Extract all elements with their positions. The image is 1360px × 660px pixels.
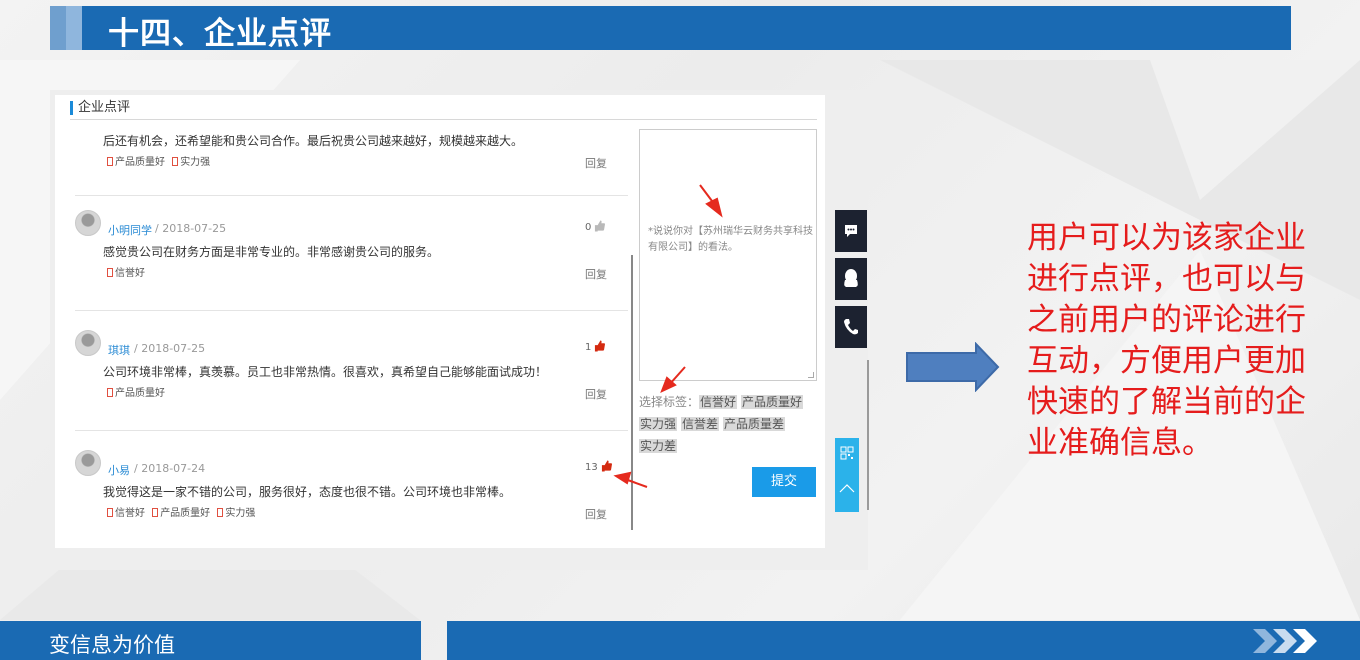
banner-stripe bbox=[50, 6, 66, 50]
back-to-top-icon[interactable] bbox=[839, 482, 855, 494]
chat-button[interactable] bbox=[835, 210, 867, 252]
scrollbar[interactable] bbox=[867, 360, 869, 510]
arrow-right-icon bbox=[906, 342, 1000, 392]
qrcode-icon[interactable] bbox=[840, 446, 854, 460]
footer-bar: 变信息为价值 bbox=[0, 621, 421, 660]
description-caption: 用户可以为该家企业进行点评，也可以与之前用户的评论进行互动，方便用户更加快速的了… bbox=[1027, 220, 1306, 461]
footer-bar bbox=[447, 621, 1360, 660]
slide-title: 十四、企业点评 bbox=[108, 16, 332, 52]
review-module: 企业点评 后还有机会，还希望能和贵公司合作。最后祝贵公司越来越好，规模越来越大。… bbox=[55, 95, 825, 548]
chat-icon bbox=[845, 225, 857, 237]
double-chevron-right-icon bbox=[1253, 629, 1317, 653]
footer-slogan: 变信息为价值 bbox=[49, 633, 175, 657]
qq-icon bbox=[844, 269, 858, 287]
screenshot-panel: 企业点评 后还有机会，还希望能和贵公司合作。最后祝贵公司越来越好，规模越来越大。… bbox=[50, 90, 869, 570]
side-utility-bar bbox=[835, 438, 859, 512]
slide-title-banner: 十四、企业点评 bbox=[50, 6, 1291, 52]
phone-icon bbox=[844, 319, 858, 335]
banner-stripe bbox=[66, 6, 82, 50]
annotation-arrows bbox=[613, 184, 723, 488]
phone-button[interactable] bbox=[835, 306, 867, 348]
qq-button[interactable] bbox=[835, 258, 867, 300]
